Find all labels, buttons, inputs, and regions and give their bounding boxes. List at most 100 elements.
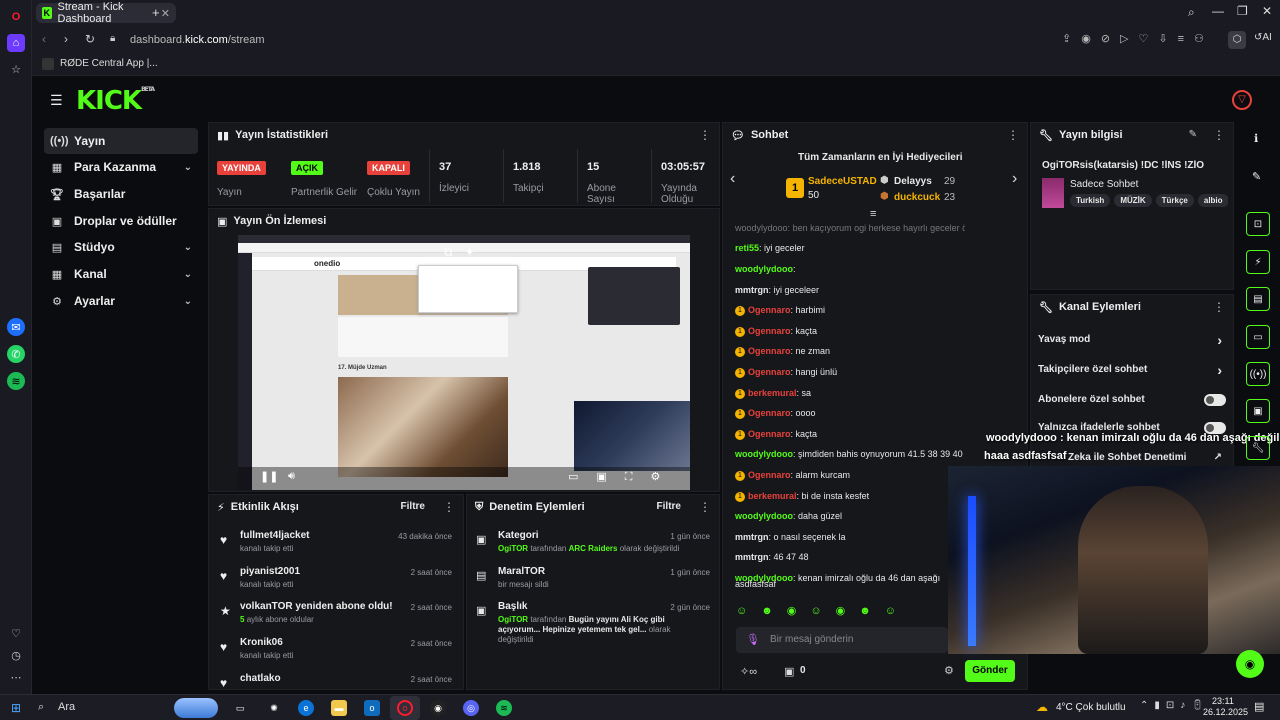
messenger-icon[interactable]: ✉ [7,318,25,336]
clock-time[interactable]: 23:11 [1212,696,1234,706]
task-view-icon[interactable]: ▭ [232,700,248,716]
list-icon[interactable]: ▤ [1246,287,1270,311]
filter-button[interactable]: Filtre [401,501,425,512]
chat-username[interactable]: Ogennaro [748,305,791,315]
followers-only-row[interactable]: Takipçilere özel sohbet › [1038,362,1228,380]
nav-settings[interactable]: ⚙ Ayarlar ⌄ [44,288,198,314]
tag[interactable]: MÜZİK [1114,194,1152,207]
chat-username[interactable]: reti55 [735,243,759,253]
back-icon[interactable]: ‹ [42,32,46,46]
moderation-item[interactable]: ▣ Kategori 1 gün önce OgiTOR tarafından … [476,530,712,564]
tag[interactable]: Turkish [1070,194,1111,207]
discord-icon[interactable]: ◎ [463,700,479,716]
clip-icon[interactable]: ⊡ [1246,212,1270,236]
chat-username[interactable]: Ogennaro [748,367,791,377]
kick-fab-icon[interactable]: ◉ [1236,650,1264,678]
kebab-menu-icon[interactable]: ⋮ [443,500,455,514]
menu-icon[interactable]: ☰ [50,92,63,109]
popout-icons[interactable]: ⧉✦ [444,245,487,260]
chat-username[interactable]: Ogennaro [748,429,791,439]
home-icon[interactable]: ⌂ [7,34,25,52]
volume-icon[interactable]: 🔊︎ [288,470,295,483]
gift-icon[interactable]: ▣ [784,665,794,678]
chat-input[interactable]: 🎙︎ Bir mesaj gönderin [736,627,948,653]
tray-icons[interactable]: ⌃▮⊡♪🔋︎ [1140,700,1210,711]
activity-item[interactable]: ★ volkanTOR yeniden abone oldu! 5 aylık ab… [216,601,456,635]
slow-mode-row[interactable]: Yavaş mod › [1038,332,1228,350]
windows-start-icon[interactable]: ⊞ [8,700,24,716]
kebab-menu-icon[interactable]: ⋮ [699,500,711,514]
emote-row[interactable]: ☺☻◉☺◉☻☺ [736,604,910,617]
weather-text[interactable]: 4°C Çok bulutlu [1056,702,1126,713]
search-tabs-icon[interactable]: ⌕ [1188,5,1195,20]
chat-bubble-icon[interactable]: ▭ [1246,325,1270,349]
reload-icon[interactable]: ↻ [85,32,95,46]
player-controls-icons[interactable]: ▭▣⛶⚙ [568,470,678,484]
extension-icon[interactable]: ⬡ [1228,31,1246,49]
obs-icon[interactable]: ◉ [430,700,446,716]
close-window-icon[interactable]: ✕ [1262,4,1272,18]
activity-item[interactable]: ♥ Kronik06 kanalı takip etti 2 saat önce [216,637,456,671]
chat-username[interactable]: berkemural [748,388,797,398]
more-icon[interactable]: ⋯ [7,668,25,686]
maximize-icon[interactable]: ❐ [1237,4,1248,18]
chat-settings-icon[interactable]: ⚙ [944,664,954,677]
user-avatar[interactable]: ▽ [1232,90,1252,110]
opera-icon[interactable]: o [397,700,413,716]
file-explorer-icon[interactable]: ▬ [331,700,347,716]
edit-icon[interactable]: ✎ [1189,129,1197,140]
broadcast-rail-icon[interactable]: ((•)) [1246,362,1270,386]
gifter-name[interactable]: Delayys [894,176,932,187]
spotify-icon[interactable]: ≋ [7,372,25,390]
chat-username[interactable]: Ogennaro [748,408,791,418]
forward-icon[interactable]: › [64,32,68,46]
history-icon[interactable]: ◷ [7,646,25,664]
collapse-icon[interactable]: ≡ [870,208,876,220]
chevron-right-icon[interactable]: › [1012,170,1017,188]
send-button[interactable]: Gönder [965,660,1015,682]
chat-username[interactable]: mmtrgn [735,552,769,562]
mic-icon[interactable]: 🎙︎ [746,633,760,646]
search-highlight-icon[interactable] [174,698,218,718]
kick-logo[interactable]: KICKBETA [76,86,155,116]
opera-logo-icon[interactable]: O [7,8,25,26]
moderation-item[interactable]: ▣ Başlık 2 gün önce OgiTOR tarafından Bu… [476,601,712,651]
whatsapp-icon[interactable]: ✆ [7,345,25,363]
subs-only-toggle[interactable] [1204,394,1226,406]
kebab-menu-icon[interactable]: ⋮ [699,128,711,142]
minimize-icon[interactable]: — [1212,4,1224,18]
close-tab-icon[interactable]: ✕ [161,7,170,20]
points-icon[interactable]: ✧∞ [740,665,757,678]
activity-item[interactable]: ♥ chatlako 2 saat önce [216,673,456,690]
stream-preview-video[interactable]: onedio 17. Müjde Uzman ❚❚ 🔊︎ ▭▣⛶⚙ ⧉✦ [238,235,690,490]
chat-username[interactable]: woodylydooo [735,511,793,521]
gift-rail-icon[interactable]: ▣ [1246,399,1270,423]
chat-username[interactable]: woodylydooo [735,223,788,233]
nav-studio[interactable]: ▤ Stüdyo ⌄ [44,234,198,260]
bookmark-rode[interactable]: RØDE Central App |... [42,58,158,70]
chat-username[interactable]: woodylydooo [735,264,793,274]
chat-username[interactable]: berkemural [748,491,797,501]
chatgpt-icon[interactable]: ✺ [266,700,282,716]
chat-username[interactable]: woodylydooo [735,449,793,459]
pause-icon[interactable]: ❚❚ [260,470,278,483]
wrench-rail-icon[interactable]: 🔧︎ [1246,436,1270,460]
activity-item[interactable]: ♥ piyanist2001 kanalı takip etti 2 saat önc… [216,566,456,600]
tag[interactable]: albio [1197,194,1228,207]
outlook-icon[interactable]: o [364,700,380,716]
heart-icon[interactable]: ♡ [7,624,25,642]
star-icon[interactable]: ☆ [7,60,25,78]
address-toolbar-icons[interactable]: ⇪◉⊘▷♡⇩≡⚇ [1062,32,1214,45]
ai-moderation-row[interactable]: Zeka ile Sohbet Denetimi ↗ [1068,452,1228,466]
kebab-menu-icon[interactable]: ⋮ [1213,300,1225,314]
gifter-name[interactable]: duckcuck [894,192,940,203]
chat-username[interactable]: mmtrgn [735,532,769,542]
pencil-icon[interactable]: ✎ [1252,170,1261,183]
edge-icon[interactable]: e [298,700,314,716]
kebab-menu-icon[interactable]: ⋮ [1213,128,1225,142]
bolt-icon[interactable]: ⚡︎ [1246,250,1270,274]
tag[interactable]: Türkçe [1155,194,1194,207]
filter-button[interactable]: Filtre [657,501,681,512]
clock-date[interactable]: 26.12.2025 [1203,707,1248,717]
notification-icon[interactable]: ▤ [1254,700,1264,713]
